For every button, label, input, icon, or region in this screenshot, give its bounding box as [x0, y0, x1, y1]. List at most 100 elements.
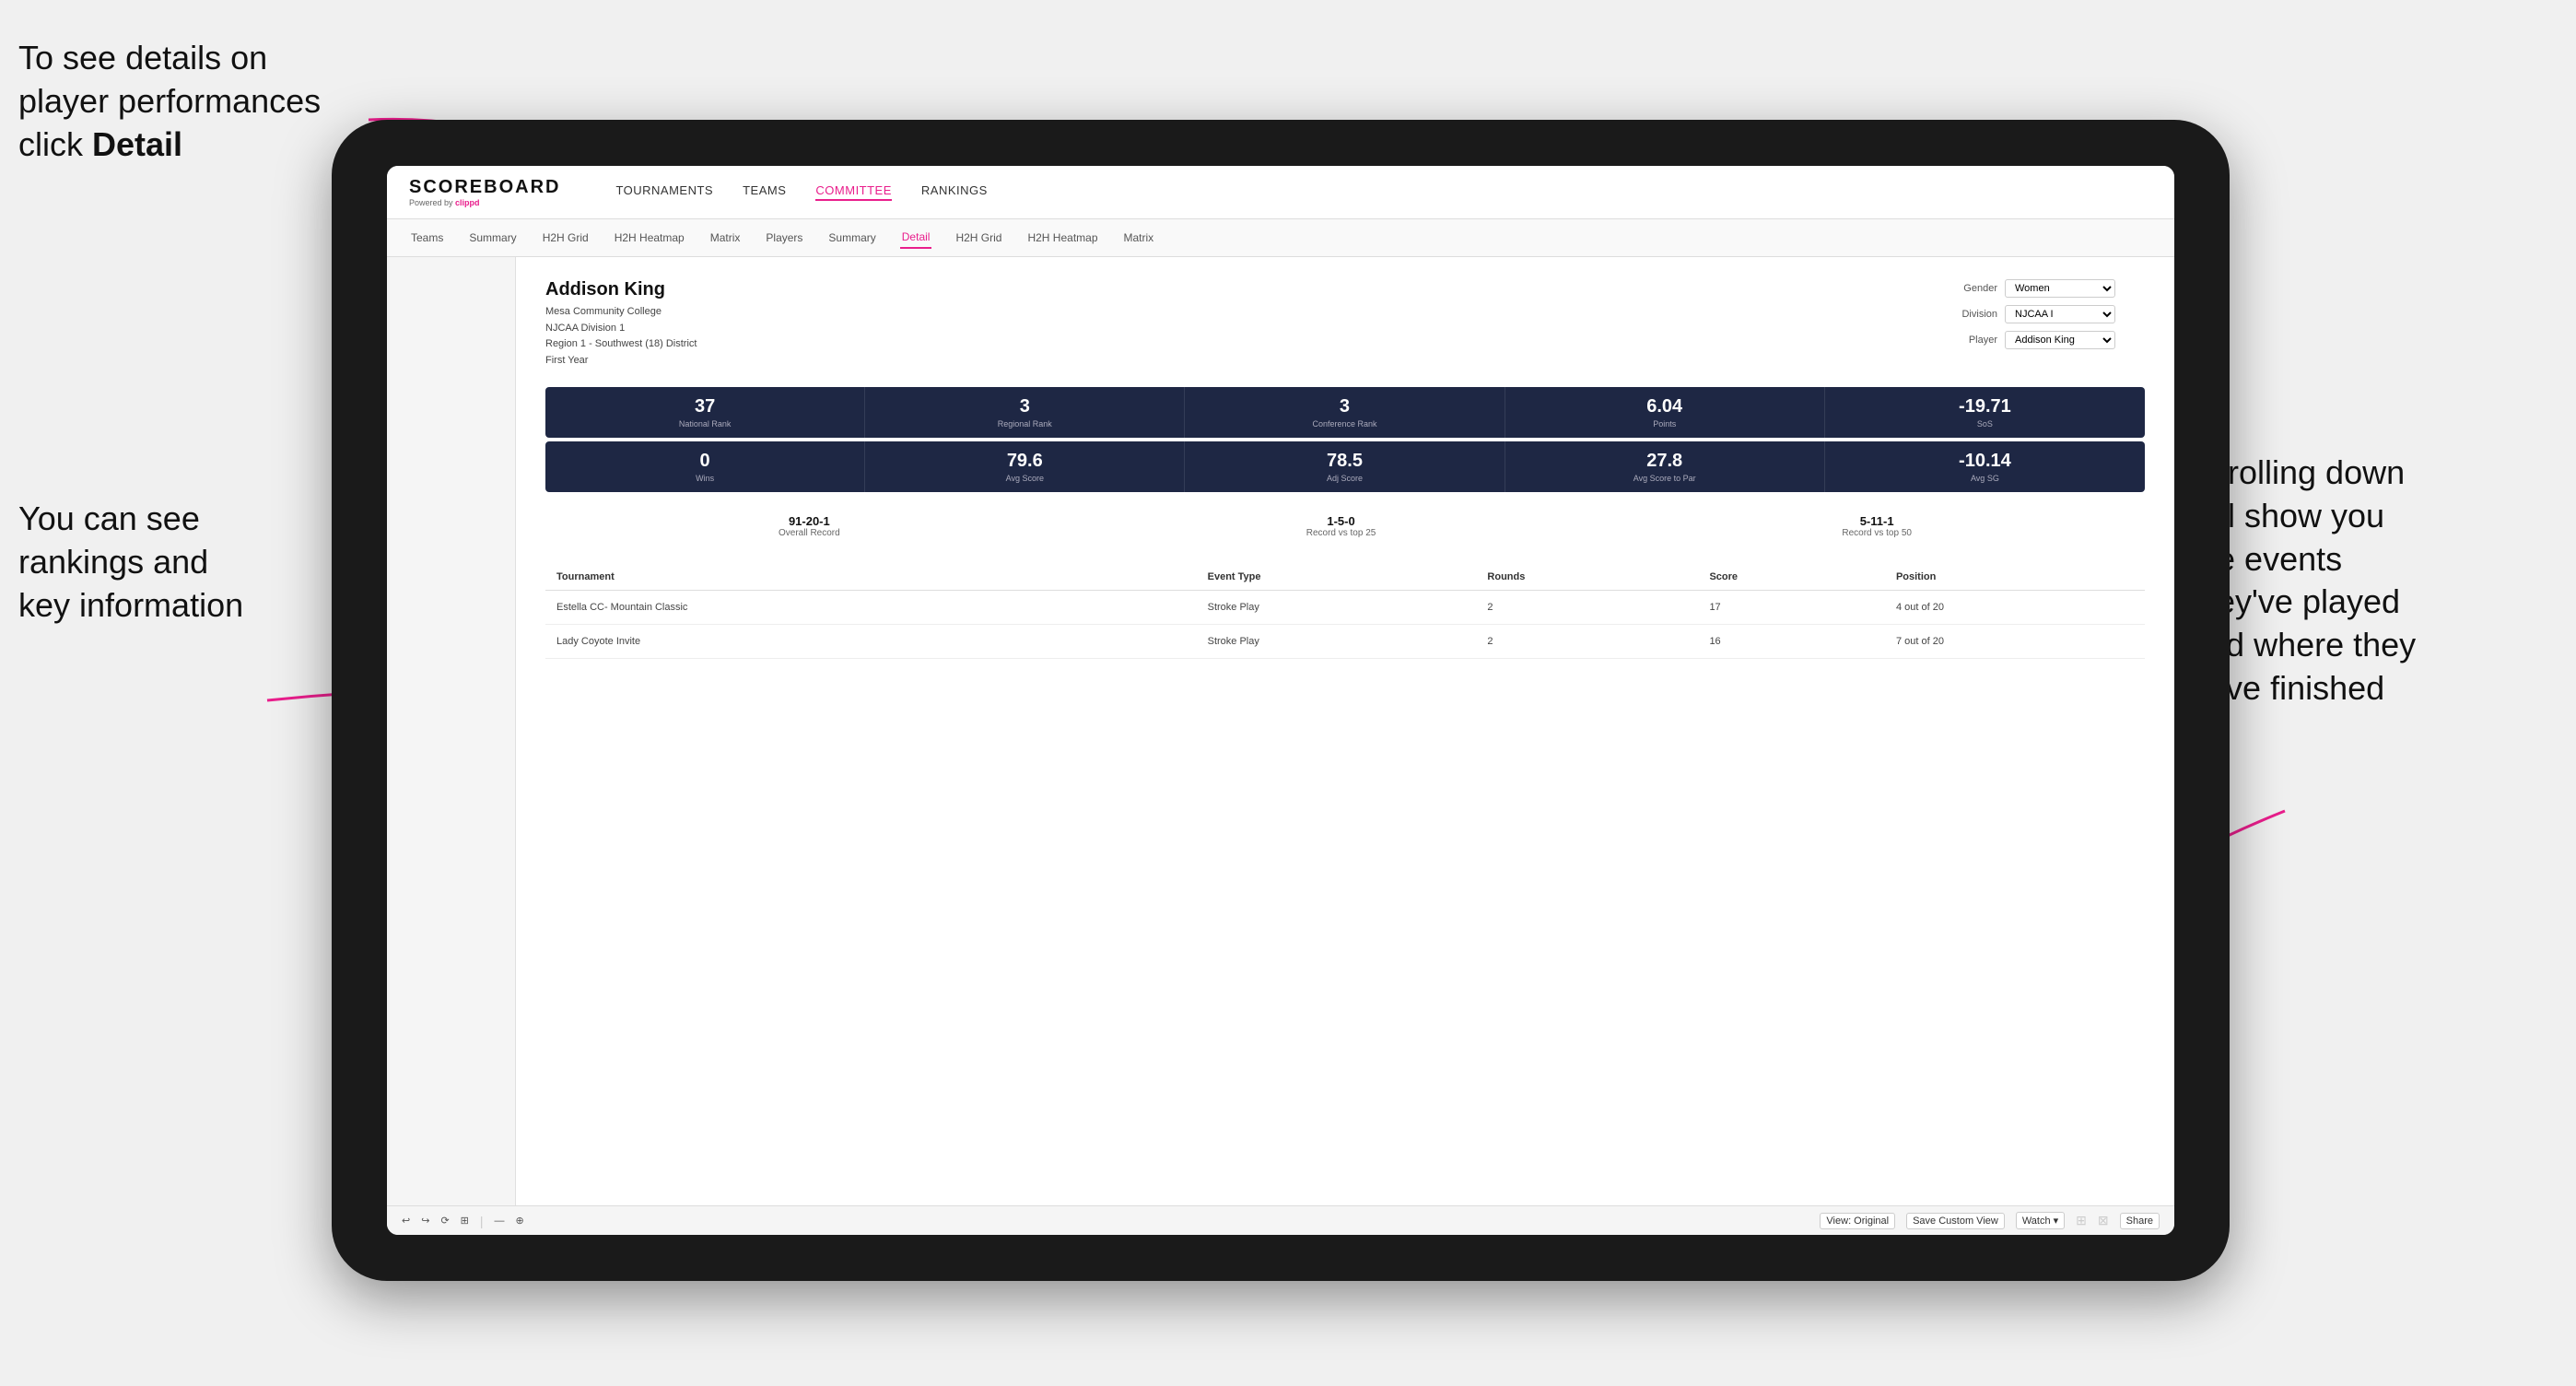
- subnav-h2hgrid2[interactable]: H2H Grid: [954, 228, 1003, 248]
- sub-nav: Teams Summary H2H Grid H2H Heatmap Matri…: [387, 219, 2174, 257]
- player-label: Player: [1942, 335, 1997, 346]
- table-row: Estella CC- Mountain Classic Stroke Play…: [545, 591, 2145, 625]
- toolbar-minus[interactable]: —: [495, 1216, 505, 1227]
- score-1: 17: [1698, 591, 1885, 625]
- toolbar-watch[interactable]: Watch ▾: [2016, 1212, 2065, 1229]
- subnav-summary2[interactable]: Summary: [826, 228, 877, 248]
- nav-committee[interactable]: COMMITTEE: [815, 183, 892, 201]
- event-type-1: Stroke Play: [1197, 591, 1477, 625]
- gender-select[interactable]: Women: [2005, 279, 2115, 298]
- toolbar-clock[interactable]: ⊕: [516, 1215, 524, 1227]
- toolbar-redo[interactable]: ↪: [421, 1215, 429, 1227]
- app-content: SCOREBOARD Powered by clippd TOURNAMENTS…: [387, 166, 2174, 1235]
- subnav-h2hheatmap1[interactable]: H2H Heatmap: [613, 228, 686, 248]
- annotation-topleft: To see details on player performances cl…: [18, 37, 332, 166]
- record-top25: 1-5-0 Record vs top 25: [1306, 514, 1376, 538]
- th-rounds: Rounds: [1476, 564, 1698, 591]
- player-header: Addison King Mesa Community College NJCA…: [545, 279, 2145, 369]
- th-score: Score: [1698, 564, 1885, 591]
- stat-avg-score: 79.6 Avg Score: [865, 441, 1185, 492]
- stat-points: 6.04 Points: [1505, 387, 1825, 438]
- stat-sos: -19.71 SoS: [1825, 387, 2145, 438]
- gender-control: Gender Women: [1942, 279, 2145, 298]
- score-2: 16: [1698, 625, 1885, 659]
- gender-label: Gender: [1942, 283, 1997, 294]
- subnav-detail[interactable]: Detail: [900, 227, 932, 249]
- nav-links: TOURNAMENTS TEAMS COMMITTEE RANKINGS: [615, 183, 987, 201]
- player-controls: Gender Women Division NJCAA I: [1942, 279, 2145, 349]
- top-nav: SCOREBOARD Powered by clippd TOURNAMENTS…: [387, 166, 2174, 219]
- player-year: First Year: [545, 355, 588, 366]
- tablet-frame: SCOREBOARD Powered by clippd TOURNAMENTS…: [332, 120, 2230, 1281]
- stat-wins: 0 Wins: [545, 441, 865, 492]
- content-area: Addison King Mesa Community College NJCA…: [516, 257, 2174, 1205]
- toolbar-clipboard[interactable]: ⊞: [461, 1215, 469, 1227]
- toolbar-separator2: ⊞: [2076, 1213, 2087, 1228]
- stat-avg-sg: -10.14 Avg SG: [1825, 441, 2145, 492]
- annotation-right: Scrolling down will show you the events …: [2189, 452, 2539, 711]
- main-area: Addison King Mesa Community College NJCA…: [387, 257, 2174, 1205]
- th-tournament: Tournament: [545, 564, 1115, 591]
- event-type-2: Stroke Play: [1197, 625, 1477, 659]
- stats-row1: 37 National Rank 3 Regional Rank 3 Confe…: [545, 387, 2145, 438]
- subnav-teams[interactable]: Teams: [409, 228, 445, 248]
- record-top50: 5-11-1 Record vs top 50: [1842, 514, 1912, 538]
- nav-rankings[interactable]: RANKINGS: [921, 183, 988, 201]
- player-college: Mesa Community College: [545, 306, 662, 317]
- table-row: Lady Coyote Invite Stroke Play 2 16 7 ou…: [545, 625, 2145, 659]
- th-position: Position: [1885, 564, 2145, 591]
- subnav-h2hheatmap2[interactable]: H2H Heatmap: [1025, 228, 1099, 248]
- tournament-table: Tournament Event Type Rounds Score Posit…: [545, 564, 2145, 659]
- subnav-summary1[interactable]: Summary: [467, 228, 518, 248]
- stat-avg-score-par: 27.8 Avg Score to Par: [1505, 441, 1825, 492]
- stat-adj-score: 78.5 Adj Score: [1185, 441, 1505, 492]
- tournament-name-2: Lady Coyote Invite: [545, 625, 1115, 659]
- toolbar-view-original[interactable]: View: Original: [1820, 1213, 1895, 1229]
- stat-national-rank: 37 National Rank: [545, 387, 865, 438]
- logo-scoreboard: SCOREBOARD: [409, 177, 560, 198]
- player-region: Region 1 - Southwest (18) District: [545, 338, 697, 349]
- toolbar-refresh[interactable]: ⟳: [440, 1215, 449, 1227]
- stats-row2: 0 Wins 79.6 Avg Score 78.5 Adj Score 2: [545, 441, 2145, 492]
- logo-powered: Powered by clippd: [409, 198, 560, 207]
- division-control: Division NJCAA I: [1942, 305, 2145, 323]
- division-select[interactable]: NJCAA I: [2005, 305, 2115, 323]
- stat-regional-rank: 3 Regional Rank: [865, 387, 1185, 438]
- records-row: 91-20-1 Overall Record 1-5-0 Record vs t…: [545, 507, 2145, 546]
- stat-conference-rank: 3 Conference Rank: [1185, 387, 1505, 438]
- player-info: Addison King Mesa Community College NJCA…: [545, 279, 697, 369]
- toolbar-save-custom[interactable]: Save Custom View: [1906, 1213, 2005, 1229]
- toolbar-icon2: ⊠: [2098, 1213, 2109, 1228]
- annotation-bottomleft: You can see rankings and key information: [18, 498, 350, 627]
- logo-clippd: clippd: [455, 198, 480, 207]
- th-empty: [1115, 564, 1197, 591]
- annotation-rankings-line3: key information: [18, 586, 243, 624]
- rounds-2: 2: [1476, 625, 1698, 659]
- subnav-matrix1[interactable]: Matrix: [708, 228, 743, 248]
- tournament-empty-1: [1115, 591, 1197, 625]
- position-2: 7 out of 20: [1885, 625, 2145, 659]
- logo-area: SCOREBOARD Powered by clippd: [409, 177, 560, 207]
- tournament-empty-2: [1115, 625, 1197, 659]
- toolbar-undo[interactable]: ↩: [402, 1215, 410, 1227]
- annotation-rankings-line2: rankings and: [18, 543, 208, 581]
- nav-teams[interactable]: TEAMS: [743, 183, 786, 201]
- subnav-players[interactable]: Players: [764, 228, 804, 248]
- record-overall: 91-20-1 Overall Record: [779, 514, 840, 538]
- tournament-name-1: Estella CC- Mountain Classic: [545, 591, 1115, 625]
- player-select[interactable]: Addison King: [2005, 331, 2115, 349]
- nav-tournaments[interactable]: TOURNAMENTS: [615, 183, 713, 201]
- player-control: Player Addison King: [1942, 331, 2145, 349]
- position-1: 4 out of 20: [1885, 591, 2145, 625]
- left-sidebar: [387, 257, 516, 1205]
- division-label: Division: [1942, 309, 1997, 320]
- toolbar-share[interactable]: Share: [2120, 1213, 2160, 1229]
- bottom-toolbar: ↩ ↪ ⟳ ⊞ | — ⊕ View: Original Save Custom…: [387, 1205, 2174, 1235]
- player-division: NJCAA Division 1: [545, 323, 625, 334]
- annotation-rankings-line1: You can see: [18, 499, 200, 537]
- subnav-h2hgrid1[interactable]: H2H Grid: [541, 228, 591, 248]
- toolbar-separator: |: [480, 1214, 484, 1228]
- annotation-detail-bold: Detail: [92, 125, 182, 163]
- subnav-matrix2[interactable]: Matrix: [1122, 228, 1156, 248]
- tablet-screen: SCOREBOARD Powered by clippd TOURNAMENTS…: [387, 166, 2174, 1235]
